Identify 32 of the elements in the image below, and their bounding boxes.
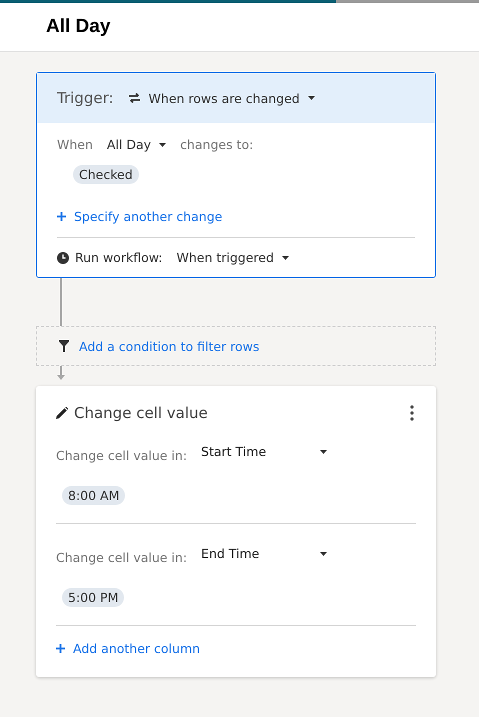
specify-change-link[interactable]: Specify another change bbox=[57, 209, 222, 224]
more-icon[interactable] bbox=[408, 405, 416, 421]
trigger-label: Trigger: bbox=[57, 89, 114, 107]
change-label: Change cell value in: bbox=[56, 448, 188, 463]
column-dropdown[interactable]: End Time bbox=[201, 546, 328, 561]
pencil-icon bbox=[56, 407, 68, 419]
funnel-icon bbox=[59, 340, 69, 352]
plus-icon bbox=[57, 212, 66, 221]
panel-title: All Day bbox=[46, 16, 110, 38]
value-chip: 5:00 PM bbox=[62, 588, 124, 607]
arrow-icon bbox=[56, 366, 66, 382]
when-label: When bbox=[57, 137, 93, 152]
value-chip: Checked bbox=[73, 165, 139, 184]
changes-to-label: changes to: bbox=[180, 137, 254, 152]
add-condition-link[interactable]: Add a condition to filter rows bbox=[79, 338, 260, 354]
caret-icon bbox=[282, 256, 289, 260]
caret-icon bbox=[320, 450, 328, 454]
swap-icon bbox=[128, 92, 141, 104]
change-label: Change cell value in: bbox=[56, 550, 188, 565]
caret-icon bbox=[308, 96, 315, 100]
column-dropdown[interactable]: All Day bbox=[106, 137, 166, 152]
clock-icon bbox=[57, 252, 69, 264]
add-column-link[interactable]: Add another column bbox=[56, 641, 200, 656]
plus-icon bbox=[56, 644, 65, 653]
caret-icon bbox=[320, 552, 328, 556]
column-dropdown[interactable]: Start Time bbox=[201, 444, 328, 459]
caret-icon bbox=[159, 142, 166, 146]
value-chip: 8:00 AM bbox=[62, 486, 126, 505]
run-workflow-label: Run workflow: bbox=[75, 250, 162, 265]
run-dropdown[interactable]: When triggered bbox=[176, 250, 289, 265]
trigger-dropdown[interactable]: When rows are changed bbox=[128, 90, 315, 106]
action-title: Change cell value bbox=[74, 404, 209, 422]
